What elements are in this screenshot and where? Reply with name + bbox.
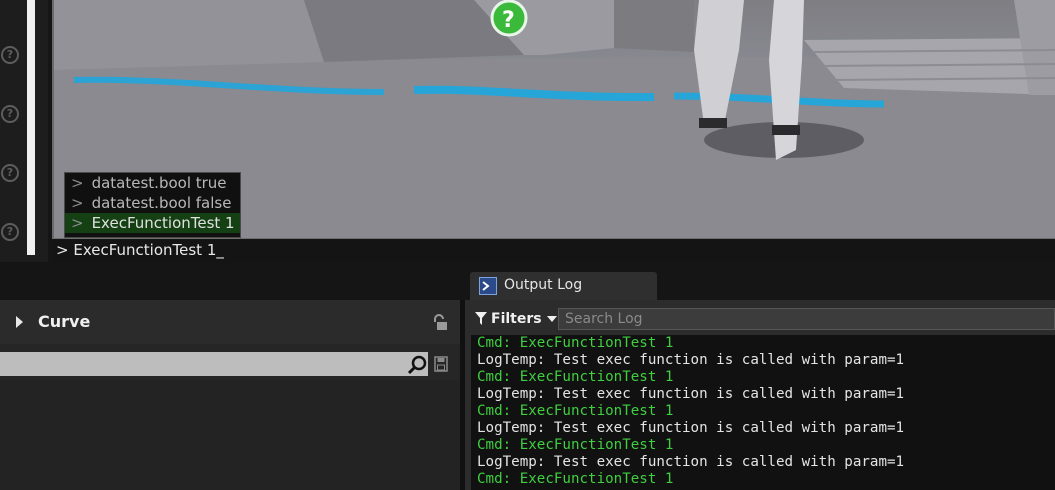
log-line: Cmd: ExecFunctionTest 1 bbox=[477, 403, 674, 419]
tab-label: Output Log bbox=[504, 277, 583, 293]
console-autocomplete: > datatest.bool true > datatest.bool false… bbox=[64, 172, 241, 238]
autocomplete-label: datatest.bool false bbox=[91, 194, 232, 212]
log-search-input[interactable]: Search Log bbox=[558, 308, 1055, 330]
autocomplete-item-selected[interactable]: > ExecFunctionTest 1 bbox=[65, 213, 240, 233]
terminal-icon bbox=[479, 277, 497, 295]
curve-title: Curve bbox=[38, 312, 91, 331]
question-circle-icon[interactable]: ? bbox=[1, 105, 19, 123]
console-input[interactable]: > ExecFunctionTest 1_ bbox=[52, 238, 1055, 262]
curve-body bbox=[0, 380, 460, 490]
log-line: LogTemp: Test exec function is called wi… bbox=[477, 454, 905, 470]
autocomplete-item[interactable]: > datatest.bool true bbox=[65, 173, 240, 193]
lock-icon[interactable] bbox=[432, 314, 448, 332]
log-line: LogTemp: Test exec function is called wi… bbox=[477, 352, 905, 368]
curve-panel: Curve bbox=[0, 300, 460, 490]
log-line: Cmd: ExecFunctionTest 1 bbox=[477, 471, 674, 487]
log-text-area[interactable]: Cmd: ExecFunctionTest 1 LogTemp: Test ex… bbox=[471, 335, 1055, 490]
autocomplete-label: ExecFunctionTest 1 bbox=[91, 214, 235, 232]
question-circle-icon[interactable]: ? bbox=[1, 223, 19, 241]
output-log-panel: Filters Search Log Cmd: ExecFunctionTest… bbox=[465, 300, 1055, 490]
curve-search-input[interactable] bbox=[0, 352, 428, 376]
log-line: Cmd: ExecFunctionTest 1 bbox=[477, 437, 674, 453]
svg-text:?: ? bbox=[502, 8, 515, 33]
filters-label: Filters bbox=[491, 311, 542, 327]
save-icon[interactable] bbox=[434, 356, 448, 372]
details-strip: ? ? ? ? bbox=[0, 0, 48, 262]
triangle-right-icon[interactable] bbox=[16, 316, 23, 328]
autocomplete-item[interactable]: > datatest.bool false bbox=[65, 193, 240, 213]
chevron-down-icon bbox=[546, 316, 557, 322]
magnifier-icon[interactable] bbox=[407, 355, 427, 375]
log-line: LogTemp: Test exec function is called wi… bbox=[477, 386, 905, 402]
question-circle-icon[interactable]: ? bbox=[1, 164, 19, 182]
log-line: Cmd: ExecFunctionTest 1 bbox=[477, 335, 674, 351]
curve-header[interactable]: Curve bbox=[0, 300, 460, 344]
chevron-right-icon: > bbox=[71, 194, 84, 212]
funnel-icon bbox=[475, 312, 487, 325]
tab-output-log[interactable]: Output Log bbox=[470, 272, 657, 300]
chevron-right-icon: > bbox=[71, 214, 84, 232]
filters-dropdown[interactable]: Filters bbox=[475, 309, 557, 329]
question-circle-icon[interactable]: ? bbox=[1, 46, 19, 64]
log-line: LogTemp: Test exec function is called wi… bbox=[477, 420, 905, 436]
log-line: Cmd: ExecFunctionTest 1 bbox=[477, 369, 674, 385]
autocomplete-label: datatest.bool true bbox=[91, 174, 227, 192]
scroll-track[interactable] bbox=[27, 0, 35, 255]
chevron-right-icon: > bbox=[71, 174, 84, 192]
